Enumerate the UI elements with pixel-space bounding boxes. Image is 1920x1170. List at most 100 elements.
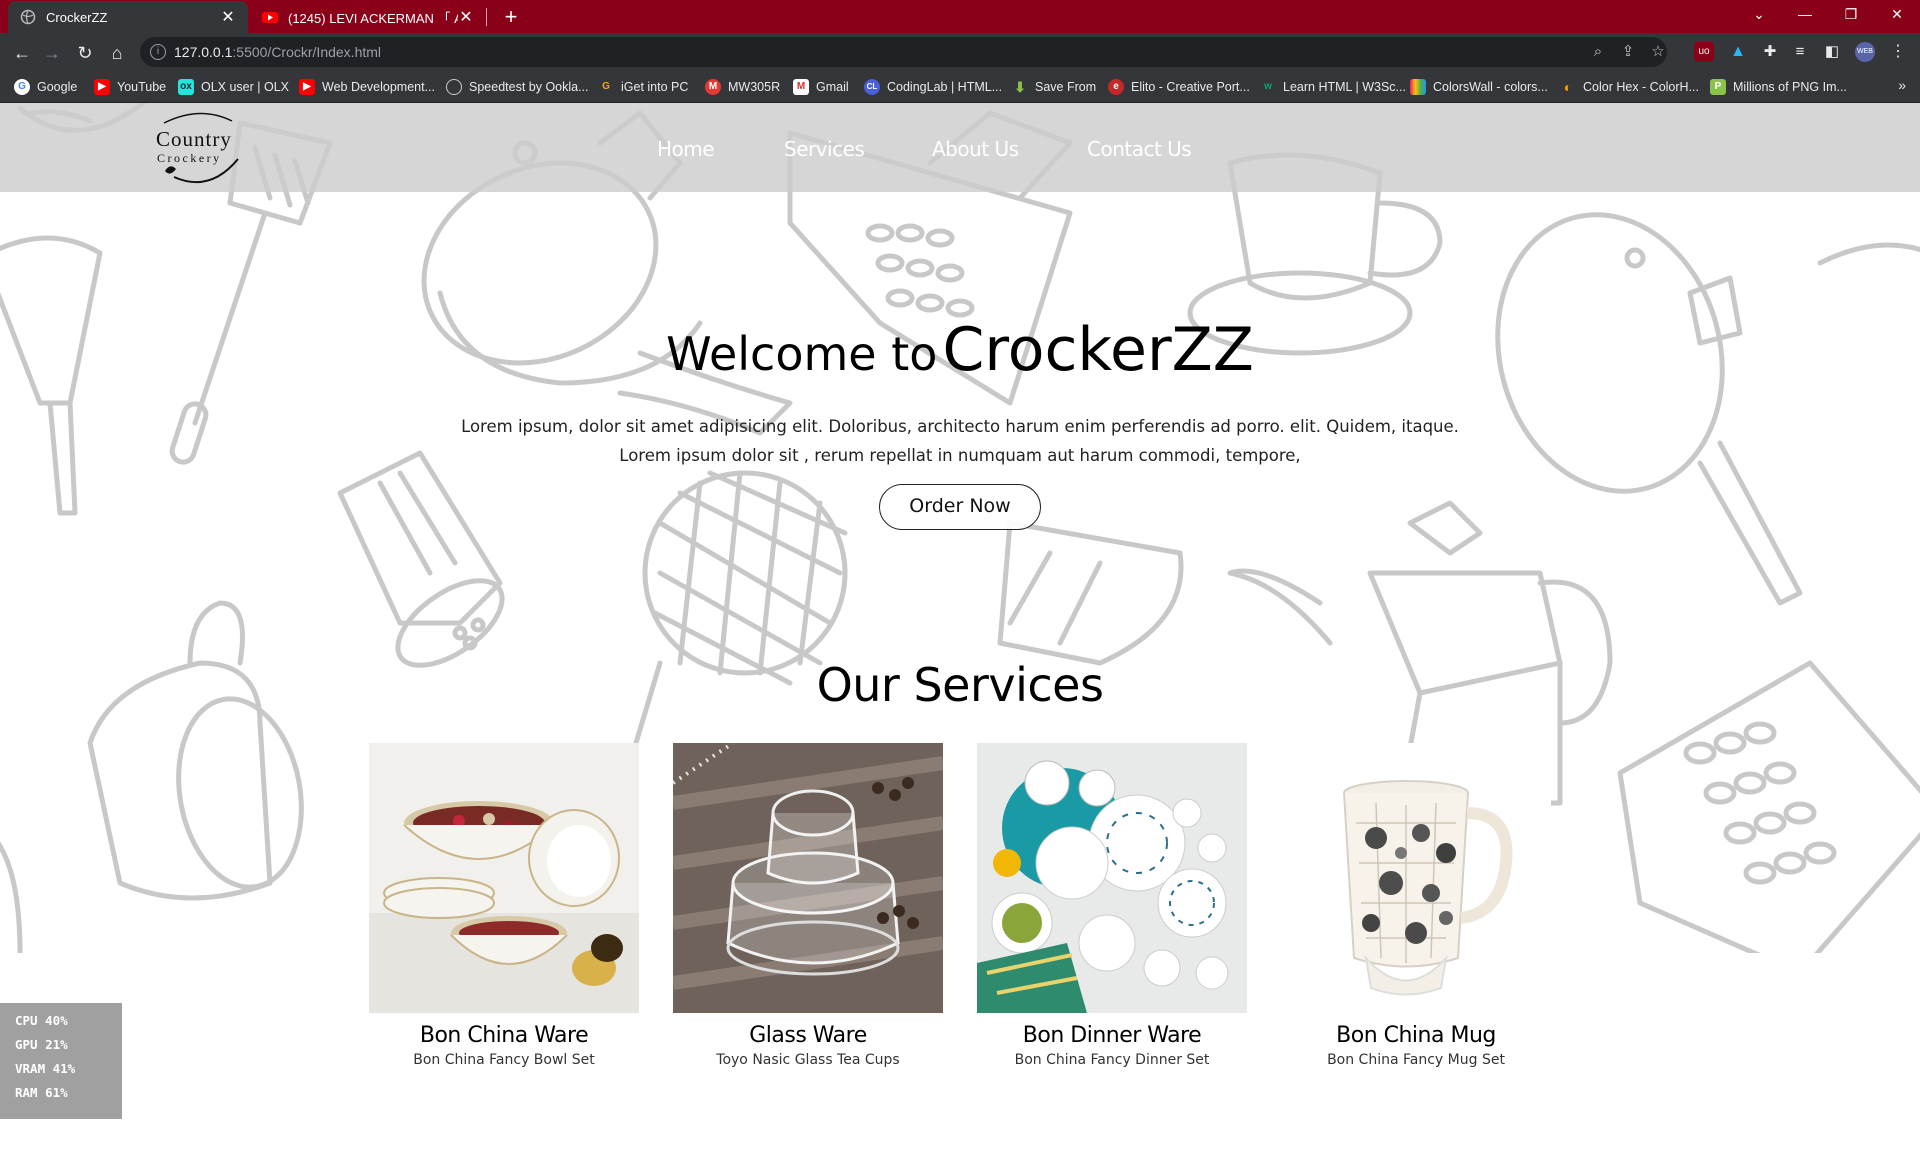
tab-title: CrockerZZ	[46, 9, 108, 25]
more-bookmarks-icon[interactable]: »	[1898, 77, 1906, 93]
tab-search-icon[interactable]: ⌄	[1736, 0, 1782, 30]
nav-about-us[interactable]: About Us	[932, 137, 1019, 161]
tab-separator	[486, 8, 487, 26]
service-title: Bon China Mug	[1336, 1023, 1496, 1048]
bookmark-star-icon[interactable]: ☆	[1649, 43, 1667, 61]
bookmarks-bar: G Google ▶ YouTube ox OLX user | OLX ▶ Web D…	[0, 71, 1920, 103]
service-subtitle: Bon China Fancy Mug Set	[1327, 1052, 1505, 1068]
bookmark-item[interactable]: ◐ Color Hex - ColorH...	[1560, 77, 1699, 97]
gmail-icon: M	[793, 79, 809, 95]
nav-home[interactable]: Home	[657, 137, 715, 161]
dinner-set-illustration	[977, 743, 1247, 1013]
url-host: 127.0.0.1	[174, 44, 233, 60]
share-icon[interactable]: ⇪	[1619, 43, 1637, 61]
elito-icon: e	[1108, 79, 1124, 95]
bookmark-item[interactable]: CL CodingLab | HTML...	[864, 77, 1002, 97]
mug-illustration	[1281, 743, 1551, 1013]
bookmark-label: CodingLab | HTML...	[887, 80, 1003, 94]
bookmark-item[interactable]: ox OLX user | OLX	[178, 77, 289, 97]
mug-image[interactable]	[1281, 743, 1551, 1013]
home-icon[interactable]: ⌂	[104, 40, 130, 66]
bookmark-label: Gmail	[816, 80, 849, 94]
bookmark-item[interactable]: ▶ YouTube	[94, 77, 166, 97]
bookmark-label: MW305R	[728, 80, 781, 94]
address-bar[interactable]: i 127.0.0.1:5500/Crockr/Index.html ⌕ ⇪ ☆	[140, 37, 1667, 67]
youtube-icon	[262, 12, 278, 23]
globe-icon	[20, 9, 36, 25]
service-card-bon-dinner-ware[interactable]: Bon Dinner Ware Bon China Fancy Dinner S…	[977, 743, 1247, 1068]
profile-avatar[interactable]: WEB	[1855, 42, 1875, 62]
bookmark-label: Speedtest by Ookla...	[469, 80, 589, 94]
bookmark-label: OLX user | OLX	[201, 80, 290, 94]
site-logo[interactable]: Country Crockery	[150, 107, 250, 191]
hud-vram: VRAM 41%	[15, 1061, 76, 1076]
info-icon[interactable]: i	[150, 44, 166, 60]
extension-a-icon[interactable]: ▲	[1728, 42, 1748, 62]
window-close-icon[interactable]: ✕	[1874, 0, 1920, 30]
order-now-button[interactable]: Order Now	[879, 484, 1041, 530]
bookmark-label: Web Development...	[322, 80, 436, 94]
bookmark-item[interactable]: P Millions of PNG Im...	[1710, 77, 1847, 97]
hero-line-2: Lorem ipsum dolor sit , rerum repellat i…	[619, 446, 1301, 465]
service-subtitle: Bon China Fancy Dinner Set	[1014, 1052, 1210, 1068]
nav-services[interactable]: Services	[784, 137, 865, 161]
bookmark-label: ColorsWall - colors...	[1433, 80, 1548, 94]
tab-youtube[interactable]: (1245) LEVI ACKERMAN 「 AMV 」 ✕	[250, 1, 486, 33]
ublock-icon[interactable]: uo	[1694, 42, 1714, 62]
bookmark-item[interactable]: ▶ Web Development...	[299, 77, 435, 97]
colorswall-icon	[1410, 79, 1426, 95]
performance-overlay: CPU 40% GPU 21% VRAM 41% RAM 61%	[0, 1003, 122, 1119]
extensions-puzzle-icon[interactable]: ✚	[1760, 42, 1780, 62]
forward-icon[interactable]: →	[39, 40, 65, 66]
getintopc-icon: G	[602, 81, 610, 92]
bookmark-item[interactable]: GiGet into PC	[598, 77, 688, 97]
nav-contact-us[interactable]: Contact Us	[1087, 137, 1192, 161]
bookmark-item[interactable]: w Learn HTML | W3Sc...	[1260, 77, 1406, 97]
new-tab-button[interactable]: +	[498, 4, 524, 30]
minimize-icon[interactable]: —	[1782, 0, 1828, 30]
service-card-bon-china-ware[interactable]: Bon China Ware Bon China Fancy Bowl Set	[369, 743, 639, 1068]
service-subtitle: Toyo Nasic Glass Tea Cups	[716, 1052, 900, 1068]
bookmark-item[interactable]: e Elito - Creative Port...	[1108, 77, 1250, 97]
back-icon[interactable]: ←	[9, 40, 35, 66]
webpage: Country Crockery Home Services About Us …	[0, 103, 1920, 1170]
bookmark-item[interactable]: G Google	[14, 77, 77, 97]
url-path: :5500/Crockr/Index.html	[232, 44, 382, 60]
bookmark-label: Google	[37, 80, 78, 94]
reading-list-icon[interactable]: ≡	[1790, 42, 1810, 62]
download-icon: ⬇	[1014, 79, 1026, 95]
bookmark-item[interactable]: M MW305R	[705, 77, 780, 97]
menu-icon[interactable]: ⋮	[1888, 42, 1908, 62]
reload-icon[interactable]: ↻	[72, 40, 98, 66]
hero-title-brand: CrockerZZ	[942, 315, 1254, 385]
service-card-bon-china-mug[interactable]: Bon China Mug Bon China Fancy Mug Set	[1281, 743, 1551, 1068]
glass-cups-image[interactable]	[673, 743, 943, 1013]
zoom-icon[interactable]: ⌕	[1589, 43, 1607, 61]
restore-icon[interactable]: ❐	[1828, 0, 1874, 30]
hero-description: Lorem ipsum, dolor sit amet adipisicing …	[460, 412, 1460, 470]
bookmark-label: Learn HTML | W3Sc...	[1283, 80, 1406, 94]
bookmark-label: Millions of PNG Im...	[1733, 80, 1847, 94]
tab-crockerzz[interactable]: CrockerZZ ✕	[8, 1, 248, 33]
bookmark-item[interactable]: Speedtest by Ookla...	[446, 77, 589, 97]
png-icon: P	[1710, 79, 1726, 95]
close-icon[interactable]: ✕	[458, 7, 474, 27]
google-icon: G	[14, 79, 30, 95]
logo-text-country: Country	[156, 127, 232, 151]
service-card-glass-ware[interactable]: Glass Ware Toyo Nasic Glass Tea Cups	[673, 743, 943, 1068]
bookmark-label: Color Hex - ColorH...	[1583, 80, 1699, 94]
bookmark-item[interactable]: ColorsWall - colors...	[1410, 77, 1548, 97]
bookmark-item[interactable]: M Gmail	[793, 77, 849, 97]
glass-cups-illustration	[673, 743, 943, 1013]
bookmark-label: iGet into PC	[621, 80, 689, 94]
bowl-set-image[interactable]	[369, 743, 639, 1013]
side-panel-icon[interactable]: ◧	[1822, 42, 1842, 62]
url-text[interactable]: 127.0.0.1:5500/Crockr/Index.html	[174, 44, 381, 60]
hero-line-1: Lorem ipsum, dolor sit amet adipisicing …	[461, 417, 1459, 436]
dinner-set-image[interactable]	[977, 743, 1247, 1013]
logo-text-crockery: Crockery	[157, 151, 222, 165]
bookmark-label: YouTube	[117, 80, 167, 94]
bookmark-item[interactable]: ⬇ Save From	[1012, 77, 1096, 97]
site-header: Country Crockery Home Services About Us …	[0, 103, 1920, 192]
close-icon[interactable]: ✕	[220, 7, 236, 27]
